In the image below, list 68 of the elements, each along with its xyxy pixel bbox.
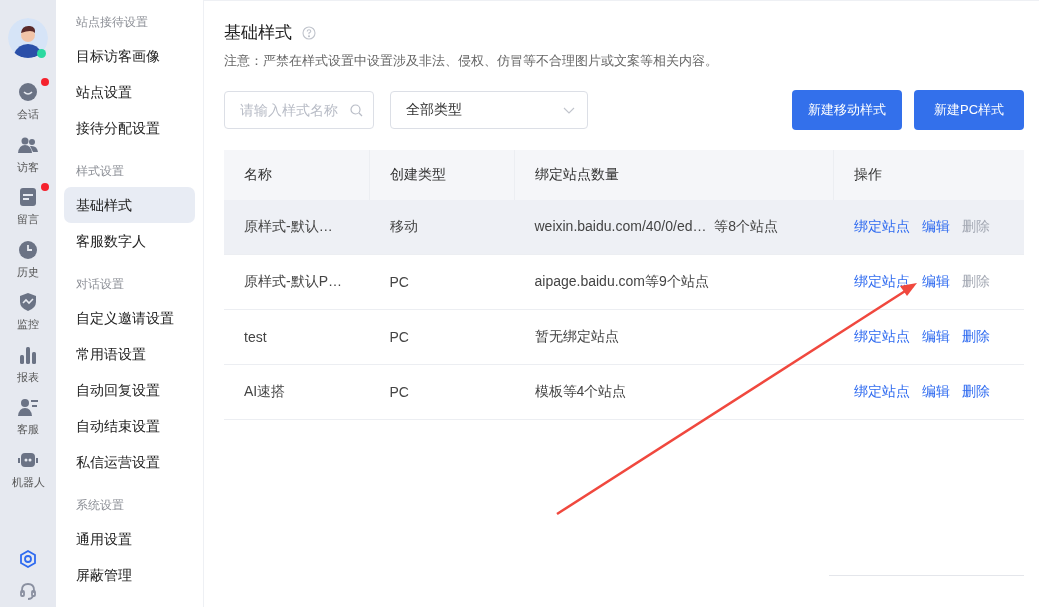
- headset-icon[interactable]: [19, 582, 37, 600]
- table-cell: test: [244, 329, 267, 345]
- new-pc-style-button[interactable]: 新建PC样式: [914, 90, 1024, 130]
- chat-bubble-icon[interactable]: [18, 82, 38, 102]
- sidebar-item[interactable]: 基础样式: [64, 187, 195, 223]
- clock-icon[interactable]: [18, 239, 38, 260]
- table-cell: PC: [389, 274, 409, 290]
- action-link[interactable]: 删除: [961, 383, 990, 401]
- rail-nav-label[interactable]: 访客: [17, 159, 39, 175]
- page-title: 基础样式: [224, 22, 292, 44]
- table-cell: weixin.baidu.com/40/0/ed… 等8个站点: [534, 218, 779, 234]
- table-cell: AI速搭: [244, 383, 286, 399]
- table-cell: PC: [389, 384, 409, 400]
- type-select[interactable]: 全部类型: [390, 91, 588, 129]
- table-cell: aipage.baidu.com等9个站点: [534, 273, 709, 289]
- sidebar-item[interactable]: 常用语设置: [64, 336, 195, 372]
- person-list-icon[interactable]: [18, 397, 38, 417]
- sidebar-item[interactable]: 通用设置: [64, 521, 195, 557]
- search-icon: [350, 104, 363, 117]
- rail-nav-label[interactable]: 报表: [17, 369, 39, 385]
- sidebar-item[interactable]: 自动结束设置: [64, 408, 195, 444]
- sidebar-group-title: 对话设置: [75, 276, 125, 293]
- search-field[interactable]: 请输入样式名称: [224, 91, 374, 129]
- column-header: 绑定站点数量: [514, 150, 834, 200]
- rail-nav-label[interactable]: 机器人: [11, 474, 45, 490]
- action-link[interactable]: 绑定站点: [853, 218, 910, 236]
- new-mobile-style-button[interactable]: 新建移动样式: [792, 90, 902, 130]
- table-cell: 暂无绑定站点: [534, 328, 619, 344]
- shield-icon[interactable]: [18, 292, 38, 312]
- table-cell: PC: [389, 329, 409, 345]
- action-link[interactable]: 绑定站点: [853, 328, 910, 346]
- column-header: 名称: [224, 150, 370, 200]
- table-cell: 原样式-默认…: [244, 218, 333, 234]
- action-link[interactable]: 绑定站点: [853, 383, 910, 401]
- action-link[interactable]: 编辑: [921, 383, 950, 401]
- rail-nav-label[interactable]: 留言: [17, 212, 39, 227]
- sidebar-item[interactable]: 目标访客画像: [64, 38, 195, 74]
- rail-nav-label[interactable]: 历史: [17, 264, 39, 280]
- sidebar-item[interactable]: 自动回复设置: [64, 372, 195, 408]
- table-cell: 原样式-默认P…: [244, 273, 342, 289]
- action-link[interactable]: 编辑: [921, 273, 950, 291]
- sidebar-group-title: 站点接待设置: [75, 14, 149, 31]
- sidebar-item[interactable]: 私信运营设置: [64, 444, 195, 480]
- table-row[interactable]: AI速搭 PC 模板等4个站点 绑定站点 编辑 删除: [224, 364, 1024, 420]
- sidebar-group-title: 样式设置: [75, 163, 125, 180]
- rail-nav-label[interactable]: 会话: [17, 107, 39, 122]
- sidebar-item[interactable]: 接待分配设置: [64, 110, 195, 146]
- rail-nav-label[interactable]: 监控: [17, 317, 39, 332]
- rail-nav-label[interactable]: 客服: [17, 422, 39, 437]
- table-cell: 移动: [389, 218, 418, 234]
- sidebar-item[interactable]: 客服数字人: [64, 223, 195, 259]
- notice-text: 注意：严禁在样式设置中设置涉及非法、侵权、仿冒等不合理图片或文案等相关内容。: [224, 52, 719, 70]
- avatar-icon[interactable]: [8, 18, 48, 58]
- action-link[interactable]: 删除: [961, 328, 990, 346]
- column-header: 操作: [833, 150, 1024, 200]
- chevron-down-icon: [563, 106, 575, 114]
- action-link[interactable]: 编辑: [921, 218, 950, 236]
- settings-icon[interactable]: [19, 550, 37, 568]
- bar-chart-icon[interactable]: [18, 344, 38, 365]
- sidebar-item[interactable]: 自定义邀请设置: [64, 300, 195, 336]
- action-link[interactable]: 编辑: [921, 328, 950, 346]
- sidebar-item[interactable]: 站点设置: [64, 74, 195, 110]
- table-cell: 模板等4个站点: [534, 383, 627, 399]
- table-row[interactable]: test PC 暂无绑定站点 绑定站点 编辑 删除: [224, 309, 1024, 365]
- message-board-icon[interactable]: [18, 187, 38, 207]
- sidebar-item[interactable]: 屏蔽管理: [64, 557, 195, 593]
- column-header: 创建类型: [369, 150, 515, 200]
- sidebar-group-title: 系统设置: [75, 497, 125, 514]
